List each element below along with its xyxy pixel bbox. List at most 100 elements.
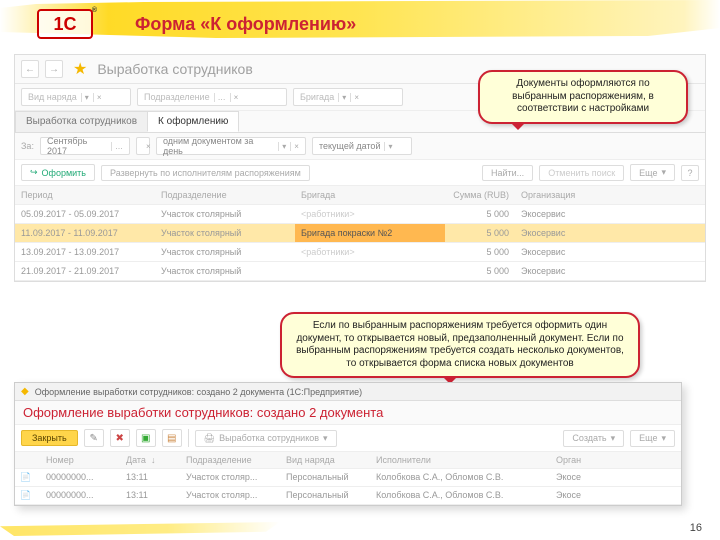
cell-type: Персональный <box>281 487 371 504</box>
cell-date: 13:11 <box>121 469 181 486</box>
col-dept[interactable]: Подразделение <box>181 452 281 468</box>
page-number: 16 <box>690 522 702 534</box>
dialog-toolbar: Закрыть ✎ ✖ ▣ ▤ 🖨 Выработка сотрудников … <box>15 424 681 452</box>
mark-delete-icon[interactable]: ✖ <box>110 429 130 447</box>
cell-period: 21.09.2017 - 21.09.2017 <box>15 262 155 280</box>
date-mode-select[interactable]: текущей датой ▾ <box>312 137 412 155</box>
tab-to-process[interactable]: К оформлению <box>147 111 239 132</box>
more-label: Еще <box>639 433 657 443</box>
slide-header: 1С Форма «К оформлению» <box>0 0 720 50</box>
filter-assignment-type[interactable]: Вид наряда ▾ × <box>21 88 131 106</box>
logo-1c: 1С <box>30 6 100 42</box>
table-row[interactable]: 21.09.2017 - 21.09.2017 Участок столярны… <box>15 262 705 281</box>
close-button[interactable]: Закрыть <box>21 430 78 446</box>
table-header: Период Подразделение Бригада Сумма (RUB)… <box>15 186 705 205</box>
document-icon: 📄 <box>15 487 41 504</box>
cell-performers: Колобкова С.А., Обломов С.В. <box>371 469 551 486</box>
create-button[interactable]: ↪ Оформить <box>21 164 95 181</box>
cell-dept: Участок столярный <box>155 205 295 223</box>
brush-stroke <box>0 0 720 40</box>
tab-production[interactable]: Выработка сотрудников <box>15 111 148 132</box>
dialog-heading: Оформление выработки сотрудников: создан… <box>15 401 681 424</box>
col-brigade[interactable]: Бригада <box>295 186 445 204</box>
more-button[interactable]: Еще ▾ <box>630 164 675 181</box>
col-org[interactable]: Организация <box>515 186 595 204</box>
callout-settings: Документы оформляются по выбранным распо… <box>478 70 688 124</box>
filter-brigade[interactable]: Бригада ▾ × <box>293 88 403 106</box>
more-label: Еще <box>639 168 657 178</box>
cell-sum: 5 000 <box>445 243 515 261</box>
cell-dept: Участок столярный <box>155 262 295 280</box>
dropdown-icon: ▾ <box>661 433 666 444</box>
dropdown-icon: ▾ <box>323 433 328 444</box>
cell-sum: 5 000 <box>445 224 515 242</box>
print-label: Выработка сотрудников <box>219 433 319 443</box>
cell-dept: Участок столяр... <box>181 487 281 504</box>
cell-org: Экосервис <box>515 262 595 280</box>
mode-select[interactable]: одним документом за день ▾ × <box>156 137 306 155</box>
cell-brigade: <работники> <box>295 205 445 223</box>
dropdown-icon: ▾ <box>611 433 616 444</box>
more-button[interactable]: Еще ▾ <box>630 430 675 447</box>
ellipsis-icon: … <box>214 93 226 102</box>
period-select[interactable]: Сентябрь 2017 … <box>40 137 130 155</box>
filter-department[interactable]: Подразделение … × <box>137 88 287 106</box>
cell-dept: Участок столярный <box>155 224 295 242</box>
filter-label: Вид наряда <box>28 92 77 102</box>
col-date[interactable]: Дата ↓ <box>121 452 181 468</box>
slide-title: Форма «К оформлению» <box>135 14 356 35</box>
cell-dept: Участок столярный <box>155 243 295 261</box>
table-row[interactable]: 11.09.2017 - 11.09.2017 Участок столярны… <box>15 224 705 243</box>
help-button[interactable]: ? <box>681 165 699 181</box>
clear-icon: × <box>290 142 299 151</box>
table-row[interactable]: 05.09.2017 - 05.09.2017 Участок столярны… <box>15 205 705 224</box>
cell-org: Экосервис <box>515 243 595 261</box>
cell-org: Экосе <box>551 487 631 504</box>
dropdown-icon: ▾ <box>338 93 346 102</box>
table-row[interactable]: 13.09.2017 - 13.09.2017 Участок столярны… <box>15 243 705 262</box>
main-toolbar: ↪ Оформить Развернуть по исполнителям ра… <box>15 159 705 186</box>
dialog-window-title: Оформление выработки сотрудников: создан… <box>35 387 362 397</box>
col-sum[interactable]: Сумма (RUB) <box>445 186 515 204</box>
main-table: Период Подразделение Бригада Сумма (RUB)… <box>15 186 705 281</box>
page-title: Выработка сотрудников <box>97 61 252 77</box>
dialog-window: ◆ Оформление выработки сотрудников: созд… <box>14 382 682 506</box>
unpost-icon[interactable]: ▤ <box>162 429 182 447</box>
col-type[interactable]: Вид наряда <box>281 452 371 468</box>
cell-period: 11.09.2017 - 11.09.2017 <box>15 224 155 242</box>
criteria-row: За: Сентябрь 2017 … × одним документом з… <box>15 133 705 159</box>
dialog-table-header: Номер Дата ↓ Подразделение Вид наряда Ис… <box>15 452 681 469</box>
find-button[interactable]: Найти... <box>482 165 533 181</box>
expand-button[interactable]: Развернуть по исполнителям распоряжениям <box>101 165 310 181</box>
table-row[interactable]: 📄 00000000... 13:11 Участок столяр... Пе… <box>15 469 681 487</box>
mode-value: одним документом за день <box>163 136 274 156</box>
print-button[interactable]: 🖨 Выработка сотрудников ▾ <box>195 430 337 447</box>
back-icon[interactable]: ← <box>21 60 39 78</box>
table-row[interactable]: 📄 00000000... 13:11 Участок столяр... Пе… <box>15 487 681 505</box>
cancel-search-button[interactable]: Отменить поиск <box>539 165 624 181</box>
cell-date: 13:11 <box>121 487 181 504</box>
dialog-table: Номер Дата ↓ Подразделение Вид наряда Ис… <box>15 452 681 505</box>
star-icon[interactable]: ★ <box>73 59 87 79</box>
cell-brigade <box>295 262 445 280</box>
filter-label: Бригада <box>300 92 334 102</box>
cell-performers: Колобкова С.А., Обломов С.В. <box>371 487 551 504</box>
dropdown-icon: ▾ <box>81 93 89 102</box>
dropdown-icon: ▾ <box>661 167 666 178</box>
col-number[interactable]: Номер <box>41 452 121 468</box>
date-mode-value: текущей датой <box>319 141 381 151</box>
col-org[interactable]: Орган <box>551 452 631 468</box>
dropdown-icon: ▾ <box>384 142 392 151</box>
cell-sum: 5 000 <box>445 205 515 223</box>
period-clear[interactable]: × <box>136 137 150 155</box>
col-department[interactable]: Подразделение <box>155 186 295 204</box>
logo-text: 1С <box>37 9 93 39</box>
cell-org: Экосервис <box>515 205 595 223</box>
col-period[interactable]: Период <box>15 186 155 204</box>
col-performers[interactable]: Исполнители <box>371 452 551 468</box>
post-icon[interactable]: ▣ <box>136 429 156 447</box>
arrow-icon: ↪ <box>30 167 38 178</box>
forward-icon[interactable]: → <box>45 60 63 78</box>
edit-icon[interactable]: ✎ <box>84 429 104 447</box>
create-button[interactable]: Создать ▾ <box>563 430 624 447</box>
